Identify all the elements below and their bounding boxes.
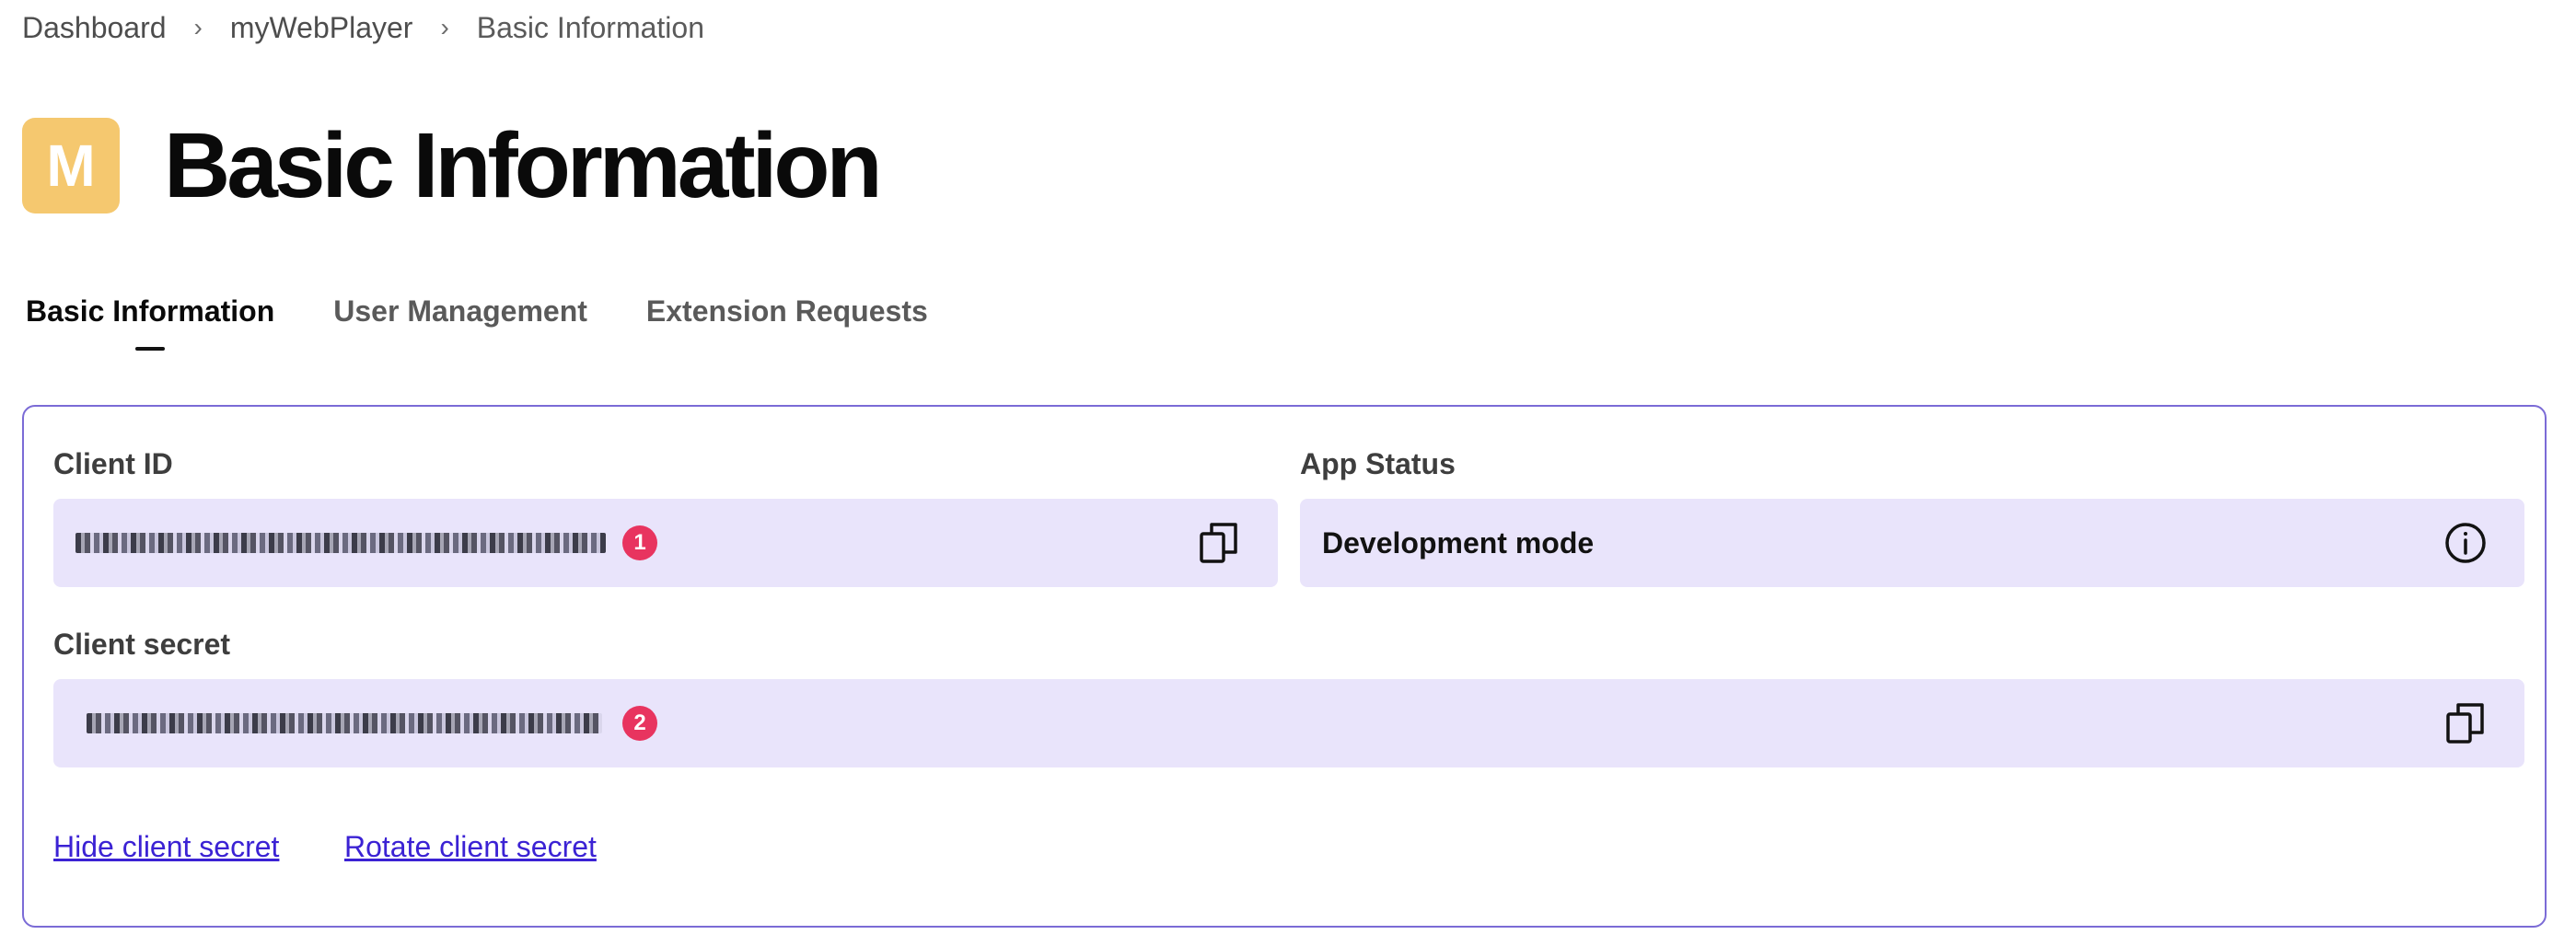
tab-bar: Basic Information User Management Extens… <box>26 294 987 354</box>
app-status-field: Development mode <box>1300 499 2524 587</box>
app-status-value: Development mode <box>1322 525 1595 560</box>
client-secret-badge: 2 <box>622 706 657 741</box>
client-id-badge: 1 <box>622 525 657 560</box>
app-avatar: M <box>22 118 120 213</box>
app-status-label: App Status <box>1300 447 1456 480</box>
tab-label: Basic Information <box>26 294 275 328</box>
tab-basic-information[interactable]: Basic Information <box>26 294 274 354</box>
tab-label: User Management <box>333 294 587 328</box>
copy-client-secret-button[interactable] <box>2443 701 2488 745</box>
copy-client-id-button[interactable] <box>1197 521 1241 565</box>
breadcrumb: Dashboard › myWebPlayer › Basic Informat… <box>22 7 704 48</box>
app-status-info-button[interactable] <box>2443 521 2488 565</box>
page-header: M Basic Information <box>22 114 883 217</box>
breadcrumb-current: Basic Information <box>476 10 704 44</box>
active-tab-indicator <box>135 347 166 351</box>
rotate-client-secret-link[interactable]: Rotate client secret <box>344 830 597 864</box>
tab-label: Extension Requests <box>645 294 928 328</box>
tab-extension-requests[interactable]: Extension Requests <box>646 294 928 354</box>
copy-icon <box>1200 523 1237 563</box>
page: Dashboard › myWebPlayer › Basic Informat… <box>0 0 2576 946</box>
hide-client-secret-link[interactable]: Hide client secret <box>53 830 279 864</box>
client-secret-masked-value <box>87 713 602 733</box>
app-avatar-letter: M <box>46 133 96 199</box>
client-id-label: Client ID <box>53 447 173 480</box>
credentials-card: Client ID 1 App Status Development mode <box>22 405 2547 928</box>
client-id-field[interactable]: 1 <box>53 499 1278 587</box>
breadcrumb-app[interactable]: myWebPlayer <box>230 11 413 45</box>
client-secret-label: Client secret <box>53 628 231 661</box>
info-icon <box>2445 523 2486 563</box>
copy-icon <box>2446 703 2484 744</box>
breadcrumb-separator: › <box>440 13 449 41</box>
tab-user-management[interactable]: User Management <box>333 294 587 354</box>
client-secret-field[interactable]: 2 <box>53 679 2524 767</box>
client-id-masked-value <box>75 533 606 553</box>
breadcrumb-dashboard[interactable]: Dashboard <box>22 11 167 45</box>
page-title: Basic Information <box>164 114 883 217</box>
breadcrumb-separator: › <box>193 13 203 41</box>
